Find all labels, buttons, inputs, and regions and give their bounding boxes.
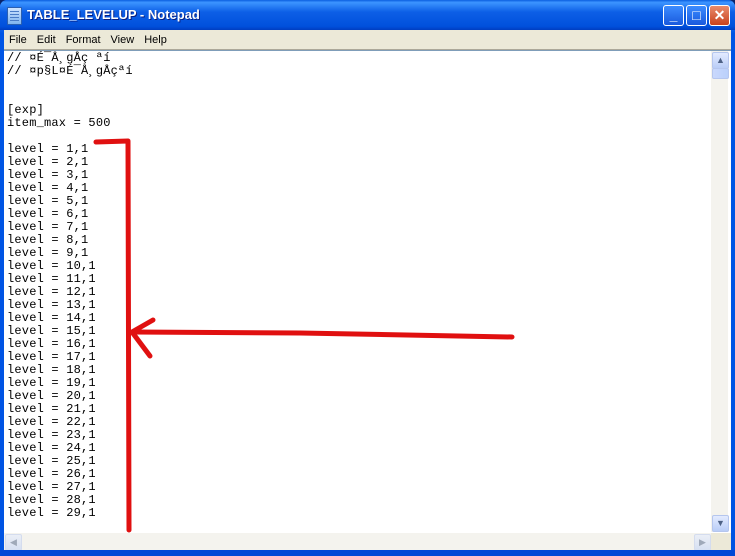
annotation-arrow-head <box>129 317 156 359</box>
annotation-overlay <box>93 138 515 533</box>
notepad-window: TABLE_LEVELUP - Notepad _ □ ✕ File Edit Fo… <box>0 0 735 556</box>
annotation-bracket <box>93 138 132 533</box>
annotation-arrow-line <box>130 329 515 340</box>
